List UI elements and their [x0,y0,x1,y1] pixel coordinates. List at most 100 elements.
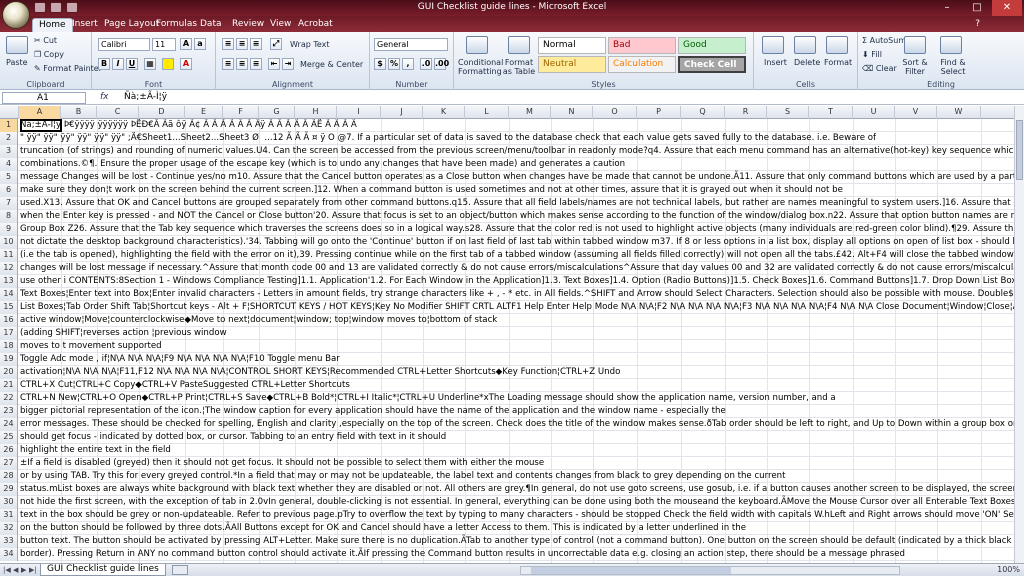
insert-cells-icon[interactable] [762,36,784,54]
table-row[interactable]: 20 activation¦N\A N\A N\A¦F11,F12 N\A N\A… [0,366,1024,379]
minimize-button[interactable]: – [932,0,962,16]
row-header[interactable]: 10 [0,236,18,249]
table-row[interactable]: 14 Text Boxes¦Enter text into Box¦Enter i… [0,288,1024,301]
row-header[interactable]: 33 [0,535,18,548]
fill-button[interactable]: ⬇ Fill [862,50,882,59]
column-header-h[interactable]: H [295,106,337,119]
zoom-level[interactable]: 100% [997,565,1020,574]
row-header[interactable]: 19 [0,353,18,366]
row-header[interactable]: 32 [0,522,18,535]
style-check-cell[interactable]: Check Cell [678,56,746,73]
column-header-u[interactable]: U [853,106,895,119]
sheet-tab[interactable]: GUI Checklist guide lines [40,564,166,576]
column-header-t[interactable]: T [809,106,853,119]
table-row[interactable]: 31 text in the box should be grey or non-… [0,509,1024,522]
table-row[interactable]: 15 List Boxes¦Tab Order Shift Tab¦Shortcu… [0,301,1024,314]
column-header-c[interactable]: C [97,106,139,119]
table-row[interactable]: 13 use other i CONTENTS:8Section 1 - Wind… [0,275,1024,288]
cut-button[interactable]: ✂ Cut [34,36,57,45]
row-header[interactable]: 22 [0,392,18,405]
row-header[interactable]: 20 [0,366,18,379]
column-header-f[interactable]: F [223,106,259,119]
active-cell[interactable] [20,119,62,132]
delete-cells-button[interactable]: Delete [794,58,820,67]
table-row[interactable]: 18 moves to t movement supported [0,340,1024,353]
table-row[interactable]: 4 combinations.©¶. Ensure the proper usag… [0,158,1024,171]
maximize-button[interactable]: □ [962,0,992,16]
row-header[interactable]: 30 [0,496,18,509]
table-row[interactable]: 1 Ñà;±Ã-Ì¦ÿ Þ€ÿÿÿÿ ÿÿÿÿÿÿ ÞËÐ€Â Ãã ôÿ Ã¢ … [0,119,1024,132]
number-format-select[interactable]: General [374,38,448,51]
row-header[interactable]: 18 [0,340,18,353]
row-header[interactable]: 4 [0,158,18,171]
office-button[interactable] [2,1,30,29]
clear-button[interactable]: ⌫ Clear [862,64,897,73]
column-header-e[interactable]: E [185,106,223,119]
formula-input[interactable]: Ñà;±Ã-Ì¦ÿ [124,92,167,102]
table-row[interactable]: 26 highlight the entire text in the field [0,444,1024,457]
column-header-w[interactable]: W [937,106,981,119]
column-header-d[interactable]: D [139,106,185,119]
shrink-font-button[interactable]: a [194,38,206,50]
help-icon[interactable]: ? [975,19,980,29]
row-header[interactable]: 12 [0,262,18,275]
table-row[interactable]: 6 make sure they don¦t work on the screen… [0,184,1024,197]
table-row[interactable]: 24 error messages. These should be checke… [0,418,1024,431]
table-row[interactable]: 9 Group Box Z26. Assure that the Tab key… [0,223,1024,236]
format-cells-button[interactable]: Format [824,58,852,67]
table-row[interactable]: 3 truncation (of strings) and rounding of… [0,145,1024,158]
table-row[interactable]: 22 CTRL+N New¦CTRL+O Open◆CTRL+P Print¦CT… [0,392,1024,405]
sort-filter-icon[interactable] [904,36,926,54]
name-box[interactable]: A1 [2,92,86,104]
select-all-corner[interactable] [0,106,19,119]
table-row[interactable]: 8 when the Enter key is pressed - and NOT… [0,210,1024,223]
table-row[interactable]: 12 changes will be lost message if necess… [0,262,1024,275]
row-header[interactable]: 3 [0,145,18,158]
vertical-scrollbar[interactable] [1014,106,1024,563]
orientation-icon[interactable]: ⤢ [270,38,282,50]
row-header[interactable]: 24 [0,418,18,431]
close-button[interactable]: ✕ [992,0,1022,16]
prev-sheet-icon[interactable]: ◀ [13,566,18,574]
align-middle-icon[interactable]: ≡ [236,38,248,50]
row-header[interactable]: 5 [0,171,18,184]
table-row[interactable]: 19 Toggle Adc mode , if¦N\A N\A N\A¦F9 N\… [0,353,1024,366]
align-left-icon[interactable]: ≡ [222,58,234,70]
fill-color-icon[interactable] [162,58,174,70]
row-header[interactable]: 23 [0,405,18,418]
row-header[interactable]: 15 [0,301,18,314]
row-header[interactable]: 16 [0,314,18,327]
conditional-formatting-icon[interactable] [466,36,488,54]
column-header-o[interactable]: O [593,106,637,119]
column-header-s[interactable]: S [767,106,809,119]
column-header-m[interactable]: M [509,106,551,119]
table-row[interactable]: 29 status.mList boxes are always white b… [0,483,1024,496]
column-header-p[interactable]: P [637,106,681,119]
row-header[interactable]: 11 [0,249,18,262]
style-neutral[interactable]: Neutral [538,56,606,73]
undo-icon[interactable] [50,2,62,13]
merge-center-button[interactable]: Merge & Center [300,60,363,69]
table-row[interactable]: 17 (adding SHIFT¦reverses action ¦previou… [0,327,1024,340]
format-as-table-icon[interactable] [508,36,530,54]
row-header[interactable]: 8 [0,210,18,223]
row-header[interactable]: 6 [0,184,18,197]
row-header[interactable]: 17 [0,327,18,340]
align-right-icon[interactable]: ≡ [250,58,262,70]
table-row[interactable]: 5 message Changes will be lost - Continue… [0,171,1024,184]
row-header[interactable]: 14 [0,288,18,301]
new-sheet-button[interactable] [172,565,188,575]
align-bottom-icon[interactable]: ≡ [250,38,262,50]
fx-icon[interactable]: fx [100,92,109,102]
style-bad[interactable]: Bad [608,37,676,54]
borders-icon[interactable]: ▦ [144,58,156,70]
table-row[interactable]: 34 border). Pressing Return in ANY no co… [0,548,1024,561]
find-select-icon[interactable] [940,36,962,54]
vertical-scroll-thumb[interactable] [1016,120,1023,180]
italic-button[interactable]: I [112,58,124,70]
next-sheet-icon[interactable]: ▶ [21,566,26,574]
table-row[interactable]: 7 used.X13. Assure that OK and Cancel but… [0,197,1024,210]
column-header-n[interactable]: N [551,106,593,119]
table-row[interactable]: 27 ±If a field is disabled (greyed) then … [0,457,1024,470]
redo-icon[interactable] [66,2,78,13]
